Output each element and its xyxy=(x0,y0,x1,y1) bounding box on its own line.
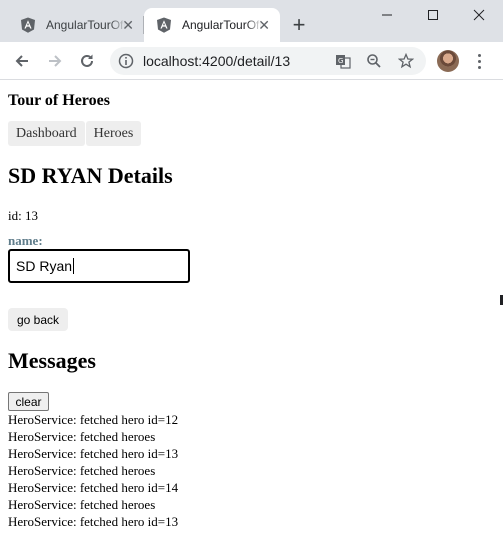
angular-icon xyxy=(157,17,171,33)
back-icon[interactable] xyxy=(10,49,34,73)
hero-id-row: id: 13 xyxy=(8,208,38,224)
message-item: HeroService: fetched heroes xyxy=(8,463,156,478)
hero-details-title: SD RYAN Details xyxy=(8,163,173,188)
browser-toolbar: localhost:4200/detail/13 G xyxy=(0,42,503,80)
tab-title: AngularTourOfHeroes xyxy=(46,18,126,32)
browser-tab-2[interactable]: AngularTourOfHeroes ✕ xyxy=(144,8,280,42)
close-icon[interactable]: ✕ xyxy=(122,17,134,33)
svg-text:G: G xyxy=(338,57,343,65)
tab-strip: AngularTourOfHeroes ✕ AngularTourOfHeroe… xyxy=(0,0,503,42)
message-item: HeroService: fetched hero id=14 xyxy=(8,480,179,495)
hero-id-value: 13 xyxy=(24,208,38,223)
name-label: name: xyxy=(8,233,43,248)
forward-icon[interactable] xyxy=(43,49,67,73)
url-text[interactable]: localhost:4200/detail/13 xyxy=(143,53,290,69)
clear-messages-button[interactable]: clear xyxy=(8,392,49,411)
main-nav: Dashboard Heroes xyxy=(8,121,142,146)
hero-name-input[interactable]: SD Ryan xyxy=(8,249,190,283)
avatar[interactable] xyxy=(437,50,459,72)
menu-icon[interactable] xyxy=(470,50,490,72)
message-list: HeroService: fetched hero id=12 HeroServ… xyxy=(8,411,178,530)
zoom-out-icon[interactable] xyxy=(365,52,383,70)
new-tab-button[interactable]: + xyxy=(288,14,310,36)
browser-tab-1[interactable]: AngularTourOfHeroes ✕ xyxy=(8,8,144,42)
hero-name-value[interactable]: SD Ryan xyxy=(16,258,72,274)
translate-icon[interactable]: G xyxy=(334,52,352,70)
message-item: HeroService: fetched hero id=12 xyxy=(8,412,179,427)
close-icon[interactable]: ✕ xyxy=(258,17,270,33)
page-content: Tour of Heroes Dashboard Heroes SD RYAN … xyxy=(0,81,503,559)
minimize-icon[interactable] xyxy=(364,4,410,26)
tab-title: AngularTourOfHeroes xyxy=(182,18,262,32)
window-close-icon[interactable] xyxy=(456,4,502,26)
messages-title: Messages xyxy=(8,348,96,373)
info-icon[interactable] xyxy=(118,53,134,69)
message-item: HeroService: fetched heroes xyxy=(8,497,156,512)
go-back-button[interactable]: go back xyxy=(8,308,68,331)
message-item: HeroService: fetched hero id=13 xyxy=(8,514,179,529)
text-caret xyxy=(73,258,75,274)
reload-icon[interactable] xyxy=(75,49,99,73)
nav-link-dashboard[interactable]: Dashboard xyxy=(8,121,85,146)
message-item: HeroService: fetched hero id=13 xyxy=(8,446,179,461)
message-item: HeroService: fetched heroes xyxy=(8,429,156,444)
nav-link-heroes[interactable]: Heroes xyxy=(85,121,142,146)
app-title: Tour of Heroes xyxy=(8,92,110,109)
star-icon[interactable] xyxy=(397,52,415,70)
hero-id-label: id: xyxy=(8,208,25,223)
maximize-icon[interactable] xyxy=(410,4,456,26)
angular-icon xyxy=(21,17,35,33)
address-bar[interactable]: localhost:4200/detail/13 G xyxy=(110,47,426,75)
